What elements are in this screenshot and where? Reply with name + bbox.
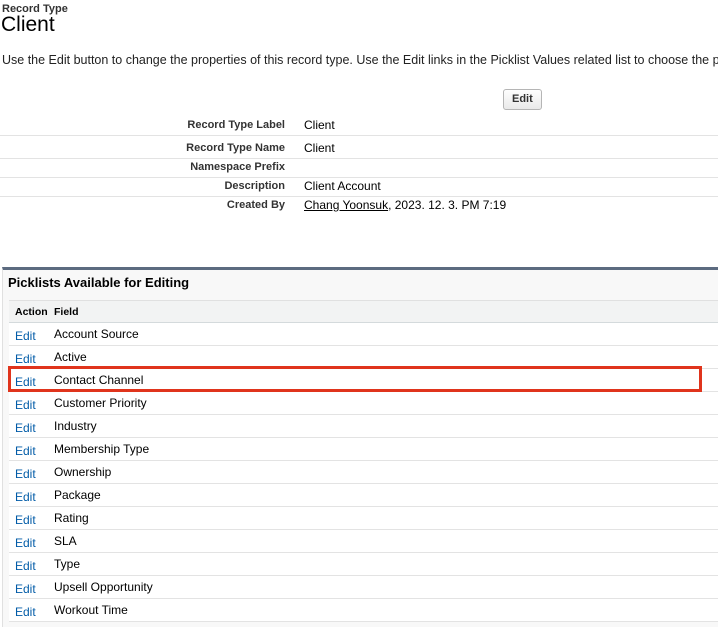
detail-row-record-type-label: Record Type Label Client [0,116,718,136]
table-row: Edit Active [9,346,718,369]
detail-value: Client [304,141,335,155]
field-name: Contact Channel [54,373,144,387]
detail-label: Created By [226,199,285,211]
detail-value: Chang Yoonsuk, 2023. 12. 3. PM 7:19 [304,198,506,212]
table-row: Edit SLA [9,530,718,553]
table-row: Edit Industry [9,415,718,438]
column-header-field: Field [54,306,79,318]
record-type-detail-page: Record Type Client Use the Edit button t… [0,0,718,633]
edit-link[interactable]: Edit [15,467,36,481]
field-name: Workout Time [54,603,128,617]
detail-label: Namespace Prefix [190,161,285,173]
edit-link[interactable]: Edit [15,329,36,343]
detail-label: Record Type Name [186,142,285,154]
field-name: SLA [54,534,77,548]
picklists-panel: Picklists Available for Editing Action F… [2,267,718,627]
table-header: Action Field [9,301,718,323]
detail-label: Record Type Label [187,119,285,131]
table-row: Edit Account Source [9,323,718,346]
edit-link[interactable]: Edit [15,536,36,550]
table-row: Edit Type [9,553,718,576]
panel-title: Picklists Available for Editing [8,275,190,290]
detail-row-description: Description Client Account [0,177,718,197]
field-name: Type [54,557,81,571]
table-row: Edit Package [9,484,718,507]
edit-link[interactable]: Edit [15,398,36,412]
detail-row-namespace-prefix: Namespace Prefix [0,158,718,178]
table-row: Edit Ownership [9,461,718,484]
field-name: Membership Type [54,442,150,456]
table-row: Edit Membership Type [9,438,718,461]
detail-label: Description [224,180,285,192]
edit-link[interactable]: Edit [15,421,36,435]
edit-link[interactable]: Edit [15,375,36,389]
field-name: Customer Priority [54,396,147,410]
page-title: Client [1,13,55,36]
edit-link[interactable]: Edit [15,490,36,504]
field-name: Package [54,488,101,502]
edit-link[interactable]: Edit [15,352,36,366]
edit-button[interactable]: Edit [503,89,542,110]
edit-link[interactable]: Edit [15,582,36,596]
field-name: Upsell Opportunity [54,580,153,594]
picklists-table: Action Field Edit Account Source Edit Acti… [9,300,718,622]
edit-link[interactable]: Edit [15,444,36,458]
field-name: Active [54,350,87,364]
field-name: Industry [54,419,97,433]
table-row: Edit Contact Channel [9,369,718,392]
table-row: Edit Customer Priority [9,392,718,415]
field-name: Rating [54,511,89,525]
column-header-action: Action [15,306,48,318]
detail-value: Client Account [304,179,381,193]
created-by-user-link[interactable]: Chang Yoonsuk [304,198,388,212]
edit-link[interactable]: Edit [15,605,36,619]
table-row: Edit Upsell Opportunity [9,576,718,599]
field-name: Ownership [54,465,112,479]
table-row: Edit Rating [9,507,718,530]
detail-value: Client [304,118,335,132]
table-body: Edit Account Source Edit Active Edit Contac… [9,323,718,622]
edit-link[interactable]: Edit [15,513,36,527]
page-description: Use the Edit button to change the proper… [2,53,718,67]
detail-row-created-by: Created By Chang Yoonsuk, 2023. 12. 3. P… [0,196,718,215]
field-name: Account Source [54,327,139,341]
edit-link[interactable]: Edit [15,559,36,573]
created-date: , 2023. 12. 3. PM 7:19 [388,198,507,212]
table-row: Edit Workout Time [9,599,718,622]
detail-row-record-type-name: Record Type Name Client [0,139,718,159]
